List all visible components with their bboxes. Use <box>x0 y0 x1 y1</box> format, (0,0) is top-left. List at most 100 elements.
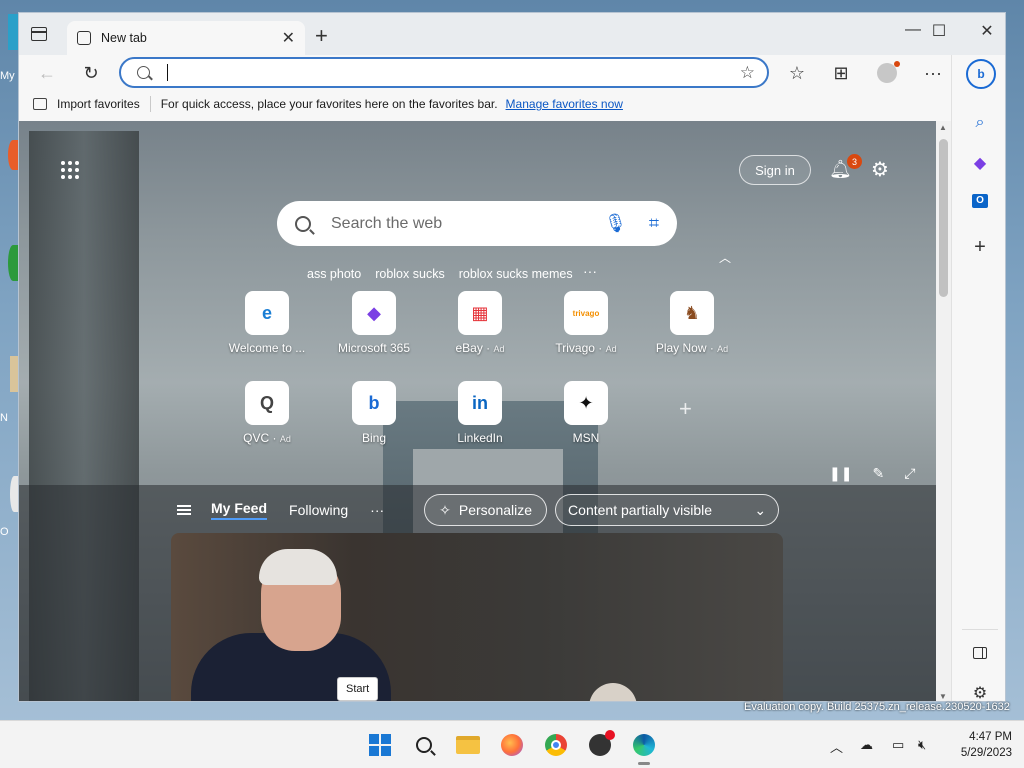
display-icon[interactable]: ▭ <box>892 737 904 753</box>
feed-menu-icon[interactable] <box>177 505 191 515</box>
onedrive-icon[interactable]: ☁ <box>860 737 873 753</box>
start-button[interactable] <box>366 731 394 759</box>
quick-link-label: MSN <box>572 431 600 445</box>
msn-icon: ✦ <box>564 381 608 425</box>
profile-avatar[interactable] <box>875 61 900 85</box>
time: 4:47 PM <box>969 731 1012 743</box>
suggestions-more-icon[interactable]: ··· <box>583 263 597 279</box>
quick-link-tile[interactable]: in LinkedIn <box>435 381 525 445</box>
desktop-icon-2[interactable] <box>8 140 18 170</box>
chrome-icon[interactable] <box>542 731 570 759</box>
ad-label: Ad <box>605 344 617 354</box>
suggestion-item[interactable]: roblox sucks memes <box>459 267 573 281</box>
edit-background-icon[interactable]: ✎ <box>872 465 884 482</box>
edge-taskbar-icon[interactable] <box>630 731 658 765</box>
desktop-icon-1[interactable] <box>8 14 18 50</box>
show-hidden-icons-chevron[interactable]: ︿ <box>830 737 843 756</box>
add-favorite-icon[interactable]: ☆ <box>740 63 755 83</box>
collections-button[interactable]: ⊞ <box>829 61 853 85</box>
quick-link-tile[interactable]: ♞ Play Now · Ad <box>647 291 737 355</box>
scroll-down-icon[interactable]: ▼ <box>939 692 947 701</box>
quick-link-tile[interactable]: ✦ MSN <box>541 381 631 445</box>
sidebar-outlook-icon[interactable]: O <box>968 189 992 213</box>
favbar-divider <box>149 96 151 112</box>
personalize-button[interactable]: ✧ Personalize <box>424 494 548 526</box>
quick-link-tile[interactable]: e Welcome to ... <box>222 291 312 355</box>
new-tab-button[interactable]: + <box>315 23 328 49</box>
apps-launcher-icon[interactable] <box>61 161 81 181</box>
news-card[interactable] <box>171 533 783 701</box>
sidebar-toggle-icon[interactable] <box>968 641 992 665</box>
volume-mute-icon[interactable]: 🔇︎ <box>918 737 926 753</box>
close-tab-icon[interactable]: ✕ <box>282 28 295 48</box>
obs-icon[interactable] <box>586 730 615 759</box>
manage-favorites-link[interactable]: Manage favorites now <box>506 97 623 111</box>
chevron-down-icon: ⌄ <box>754 501 767 518</box>
sidebar-add-icon[interactable]: + <box>968 235 992 259</box>
content-visibility-dropdown[interactable]: Content partially visible ⌄ <box>555 494 780 526</box>
evaluation-watermark: Evaluation copy. Build 25375.zn_release.… <box>744 701 1010 713</box>
desktop-label-2: N <box>0 412 8 424</box>
refresh-button[interactable]: ↻ <box>79 61 103 85</box>
clock[interactable]: 4:47 PM 5/29/2023 <box>942 729 1012 761</box>
page-settings-gear-icon[interactable]: ⚙ <box>871 157 889 182</box>
pause-icon[interactable]: ❚❚ <box>829 465 852 482</box>
ad-label: Ad <box>493 344 505 354</box>
qvc-icon: Q <box>245 381 289 425</box>
ad-label: Ad <box>717 344 729 354</box>
feed-more-icon[interactable]: ··· <box>370 502 384 518</box>
settings-more-button[interactable]: ··· <box>921 61 945 85</box>
suggestion-item[interactable]: roblox sucks <box>375 267 444 281</box>
back-button[interactable]: ← <box>35 61 59 85</box>
firefox-icon[interactable] <box>498 731 526 759</box>
scrollbar-thumb[interactable] <box>939 139 948 297</box>
quick-link-label: Welcome to ... <box>228 341 306 355</box>
desktop-icon-4[interactable] <box>10 356 18 392</box>
add-shortcut-button[interactable]: + <box>679 396 692 422</box>
expand-icon[interactable]: ⤢ <box>904 465 915 482</box>
favbar-hint: For quick access, place your favorites h… <box>160 97 498 111</box>
taskbar-search-icon[interactable] <box>410 731 438 759</box>
collapse-chevron-up-icon[interactable]: ︿ <box>719 249 731 266</box>
sign-in-button[interactable]: Sign in <box>739 155 811 185</box>
address-bar[interactable]: ☆ <box>119 57 769 88</box>
sidebar-settings-icon[interactable]: ⚙ <box>968 681 992 701</box>
quick-link-tile[interactable]: ▦ eBay · Ad <box>435 291 525 355</box>
start-tooltip: Start <box>337 677 379 701</box>
sidebar-m365-icon[interactable]: ◆ <box>968 151 992 175</box>
bing-chat-button[interactable]: b <box>966 59 996 89</box>
scroll-up-icon[interactable]: ▲ <box>939 123 947 132</box>
quick-link-label: Microsoft 365 <box>337 341 411 355</box>
search-icon <box>137 66 150 79</box>
file-explorer-icon[interactable] <box>454 731 482 759</box>
quick-link-tile[interactable]: trivago Trivago · Ad <box>541 291 631 355</box>
background-controls: ❚❚ ✎ ⤢ <box>829 465 915 482</box>
tab-new-tab[interactable]: New tab ✕ <box>67 21 305 55</box>
favorites-button[interactable]: ☆ <box>785 61 809 85</box>
taskbar: ︿ ☁ ▭ 🔇︎ 4:47 PM 5/29/2023 <box>0 720 1024 768</box>
browser-window: New tab ✕ + — ☐ ✕ ← ↻ ☆ ☆ ⊞ ··· Import f… <box>18 12 1006 702</box>
windows-logo-icon <box>369 734 391 756</box>
microphone-icon[interactable]: 🎙︎ <box>604 213 627 234</box>
page-scrollbar[interactable]: ▲ ▼ <box>936 121 951 701</box>
tab-following[interactable]: Following <box>289 502 348 518</box>
quick-link-tile[interactable]: b Bing <box>329 381 419 445</box>
close-button[interactable]: ✕ <box>967 21 1005 41</box>
import-favorites-button[interactable]: Import favorites <box>57 97 140 111</box>
tab-my-feed[interactable]: My Feed <box>211 500 268 520</box>
tab-actions-icon[interactable] <box>31 27 47 41</box>
edge-sidebar: b ⌕ ◆ O + ⚙ <box>951 55 1005 701</box>
quick-link-tile[interactable]: ◆ Microsoft 365 <box>329 291 419 355</box>
notification-badge: 3 <box>847 154 862 169</box>
new-tab-page: Sign in 🔔︎ 3 ⚙ Search the web 🎙︎ ⌗ ass p… <box>19 121 936 701</box>
search-input[interactable]: Search the web <box>331 215 604 233</box>
sidebar-search-icon[interactable]: ⌕ <box>968 111 992 135</box>
quick-link-tile[interactable]: Q QVC · Ad <box>222 381 312 445</box>
desktop-icon-3[interactable] <box>8 245 18 281</box>
personalize-label: Personalize <box>458 502 533 518</box>
visual-search-icon[interactable]: ⌗ <box>649 213 659 234</box>
web-search-box[interactable]: Search the web 🎙︎ ⌗ <box>277 201 677 246</box>
desktop-icon-5[interactable] <box>10 476 18 512</box>
suggestion-item[interactable]: ass photo <box>307 267 361 281</box>
maximize-button[interactable]: ☐ <box>919 21 959 41</box>
